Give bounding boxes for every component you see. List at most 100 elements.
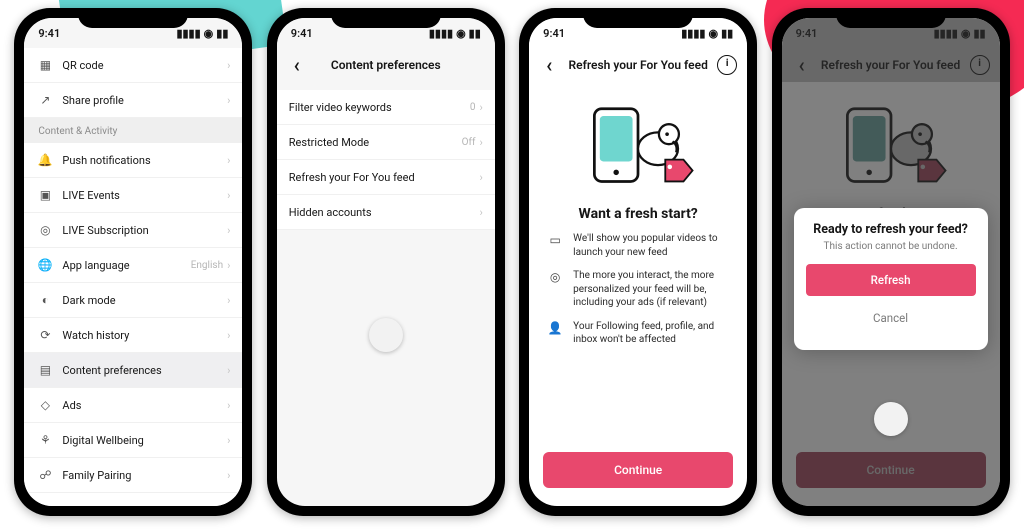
status-time: 9:41 (291, 27, 313, 40)
video-icon: ▭ (547, 232, 563, 248)
continue-button[interactable]: Continue (543, 452, 733, 488)
back-button[interactable]: ‹ (539, 55, 559, 75)
row-label: Ads (62, 399, 227, 412)
chevron-right-icon: › (227, 364, 230, 377)
row-label: App language (62, 259, 190, 272)
nav-bar: ‹ Content preferences (277, 48, 495, 82)
cancel-button[interactable]: Cancel (806, 302, 976, 334)
wifi-icon: ◉ (708, 28, 718, 39)
bullet-text: We'll show you popular videos to launch … (573, 232, 729, 259)
settings-row-watch-history[interactable]: ⟳ Watch history › (24, 318, 242, 353)
settings-row-accessibility[interactable]: ⚑ Accessibility › (24, 493, 242, 506)
pref-row-hidden-accounts[interactable]: Hidden accounts › (277, 195, 495, 230)
bell-icon: 🔔 (36, 153, 54, 167)
target-icon: ◎ (547, 269, 563, 285)
row-label: Accessibility (62, 504, 227, 507)
bullet-item: 👤 Your Following feed, profile, and inbo… (547, 320, 729, 347)
chevron-right-icon: › (227, 94, 230, 107)
assistive-touch-dot[interactable] (874, 402, 908, 436)
settings-row-content-preferences[interactable]: ▤ Content preferences › (24, 353, 242, 388)
qr-icon: ▦ (36, 58, 54, 72)
bullet-item: ▭ We'll show you popular videos to launc… (547, 232, 729, 259)
assistive-touch-dot[interactable] (369, 318, 403, 352)
chevron-left-icon: ‹ (546, 53, 552, 77)
status-time: 9:41 (38, 27, 60, 40)
button-label: Cancel (873, 311, 908, 325)
signal-icon: ▮▮▮▮ (429, 28, 453, 39)
settings-row-live-subscription[interactable]: ◎ LIVE Subscription › (24, 213, 242, 248)
share-icon: ↗ (36, 93, 54, 107)
pref-row-refresh-feed[interactable]: Refresh your For You feed › (277, 160, 495, 195)
chevron-right-icon: › (227, 294, 230, 307)
nav-bar: ‹ Refresh your For You feed i (529, 48, 747, 82)
chevron-right-icon: › (479, 206, 482, 219)
accessibility-icon: ⚑ (36, 503, 54, 506)
bullet-text: The more you interact, the more personal… (573, 269, 729, 310)
hero-illustration (529, 96, 747, 196)
row-trail: Off (462, 137, 476, 148)
chevron-right-icon: › (227, 259, 230, 272)
info-button[interactable]: i (717, 55, 737, 75)
row-label: LIVE Subscription (62, 224, 227, 237)
pref-row-filter-keywords[interactable]: Filter video keywords 0 › (277, 90, 495, 125)
row-trail: 0 (470, 102, 476, 113)
button-label: Continue (614, 463, 662, 477)
live-icon: ▣ (36, 188, 54, 202)
modal-subtitle: This action cannot be undone. (806, 241, 976, 252)
chevron-right-icon: › (227, 189, 230, 202)
prefs-icon: ▤ (36, 363, 54, 377)
row-trail: English (191, 260, 223, 271)
globe-icon: 🌐 (36, 258, 54, 272)
family-icon: ☍ (36, 468, 54, 482)
row-label: Content preferences (62, 364, 227, 377)
row-label: Share profile (62, 94, 227, 107)
settings-row-live-events[interactable]: ▣ LIVE Events › (24, 178, 242, 213)
chevron-right-icon: › (227, 154, 230, 167)
bullet-text: Your Following feed, profile, and inbox … (573, 320, 729, 347)
row-label: Hidden accounts (289, 206, 480, 219)
wellbeing-icon: ⚘ (36, 433, 54, 447)
battery-icon: ▮▮ (216, 28, 228, 39)
modal-title: Ready to refresh your feed? (806, 222, 976, 237)
wifi-icon: ◉ (204, 28, 214, 39)
settings-row-family-pairing[interactable]: ☍ Family Pairing › (24, 458, 242, 493)
person-icon: 👤 (547, 320, 563, 336)
chevron-right-icon: › (227, 59, 230, 72)
settings-row-app-language[interactable]: 🌐 App language English › (24, 248, 242, 283)
ads-icon: ◇ (36, 398, 54, 412)
row-label: Refresh your For You feed (289, 171, 480, 184)
section-header: Content & Activity (24, 118, 242, 143)
pref-row-restricted-mode[interactable]: Restricted Mode Off › (277, 125, 495, 160)
refresh-button[interactable]: Refresh (806, 264, 976, 296)
battery-icon: ▮▮ (469, 28, 481, 39)
row-label: Push notifications (62, 154, 227, 167)
row-label: Filter video keywords (289, 101, 470, 114)
settings-row-digital-wellbeing[interactable]: ⚘ Digital Wellbeing › (24, 423, 242, 458)
status-time: 9:41 (543, 27, 565, 40)
chevron-right-icon: › (227, 329, 230, 342)
settings-row-ads[interactable]: ◇ Ads › (24, 388, 242, 423)
livesub-icon: ◎ (36, 223, 54, 237)
row-label: Watch history (62, 329, 227, 342)
settings-row-push-notifications[interactable]: 🔔 Push notifications › (24, 143, 242, 178)
chevron-right-icon: › (479, 136, 482, 149)
battery-icon: ▮▮ (721, 28, 733, 39)
signal-icon: ▮▮▮▮ (681, 28, 705, 39)
row-label: Digital Wellbeing (62, 434, 227, 447)
moon-icon: ◐ (36, 293, 54, 307)
chevron-right-icon: › (227, 224, 230, 237)
settings-row-dark-mode[interactable]: ◐ Dark mode › (24, 283, 242, 318)
settings-row-qr-code[interactable]: ▦ QR code › (24, 48, 242, 83)
page-title: Refresh your For You feed (568, 58, 707, 72)
back-button[interactable]: ‹ (287, 55, 307, 75)
signal-icon: ▮▮▮▮ (176, 28, 200, 39)
chevron-right-icon: › (227, 434, 230, 447)
row-label: Restricted Mode (289, 136, 462, 149)
chevron-right-icon: › (227, 399, 230, 412)
row-label: QR code (62, 59, 227, 72)
chevron-right-icon: › (227, 469, 230, 482)
confirm-modal: Ready to refresh your feed? This action … (794, 208, 988, 350)
settings-row-share-profile[interactable]: ↗ Share profile › (24, 83, 242, 118)
chevron-right-icon: › (227, 504, 230, 507)
bullet-item: ◎ The more you interact, the more person… (547, 269, 729, 310)
